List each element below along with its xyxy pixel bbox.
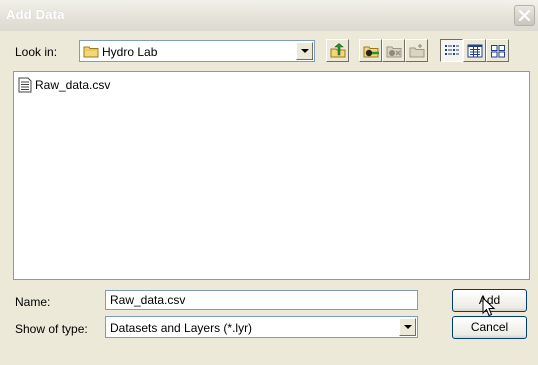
add-data-dialog: Add Data Look in: Hydro Lab Raw_data.csv… bbox=[0, 0, 538, 365]
connect-folder-icon bbox=[363, 46, 379, 58]
file-list[interactable]: Raw_data.csv bbox=[13, 71, 530, 280]
title-bar[interactable]: Add Data bbox=[0, 0, 538, 31]
up-one-level-button[interactable] bbox=[326, 39, 349, 62]
list-view-icon bbox=[445, 45, 459, 55]
cancel-button[interactable]: Cancel bbox=[452, 316, 527, 339]
list-view-button[interactable] bbox=[440, 39, 463, 62]
show-of-type-label: Show of type: bbox=[15, 322, 88, 336]
close-button[interactable] bbox=[514, 5, 535, 26]
new-folder-button[interactable] bbox=[405, 39, 428, 62]
text-file-icon bbox=[18, 77, 32, 93]
name-label: Name: bbox=[15, 295, 51, 309]
connect-to-folder-button[interactable] bbox=[359, 39, 382, 62]
disconnect-folder-icon bbox=[386, 46, 402, 58]
show-of-type-value: Datasets and Layers (*.lyr) bbox=[110, 321, 253, 335]
window-title: Add Data bbox=[6, 7, 65, 22]
chevron-down-icon bbox=[404, 325, 412, 329]
show-of-type-dropdown[interactable]: Datasets and Layers (*.lyr) bbox=[105, 316, 418, 338]
close-icon bbox=[518, 9, 531, 22]
new-folder-icon bbox=[409, 44, 425, 58]
details-view-icon bbox=[467, 44, 483, 58]
name-input[interactable]: Raw_data.csv bbox=[105, 290, 418, 310]
up-folder-icon bbox=[330, 43, 346, 58]
look-in-label: Look in: bbox=[15, 45, 58, 59]
file-name: Raw_data.csv bbox=[35, 78, 111, 92]
show-of-type-dropdown-arrow[interactable] bbox=[399, 318, 416, 336]
chevron-down-icon bbox=[301, 49, 309, 53]
details-view-button[interactable] bbox=[463, 39, 486, 62]
thumbnails-view-icon bbox=[491, 45, 505, 58]
thumbnails-view-button[interactable] bbox=[486, 39, 509, 62]
look-in-value: Hydro Lab bbox=[102, 45, 158, 59]
folder-icon bbox=[83, 46, 99, 58]
name-input-value: Raw_data.csv bbox=[110, 293, 186, 307]
disconnect-folder-button[interactable] bbox=[382, 39, 405, 62]
look-in-dropdown-arrow[interactable] bbox=[296, 42, 313, 60]
look-in-dropdown[interactable]: Hydro Lab bbox=[79, 40, 315, 62]
mouse-pointer-icon bbox=[482, 297, 496, 317]
